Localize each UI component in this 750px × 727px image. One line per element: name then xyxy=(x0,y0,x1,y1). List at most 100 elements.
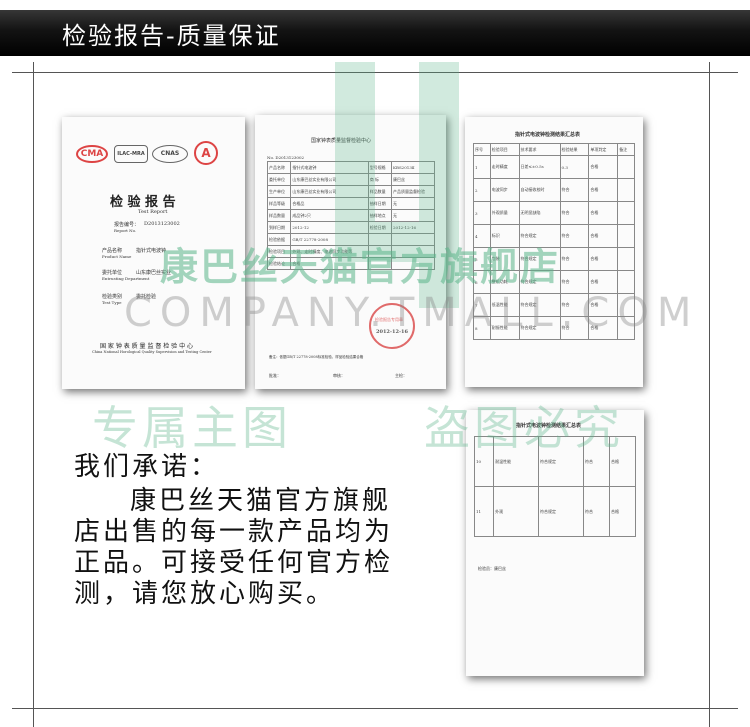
dept-label-en: Entrusting Department xyxy=(102,276,150,281)
table-cell: 整机功耗 xyxy=(489,270,520,294)
table-cell: 符合规定 xyxy=(518,247,561,271)
dept-value: 山东康巴丝实业 xyxy=(136,270,172,276)
stamp-text: 检验报告专用章 xyxy=(375,317,403,322)
table-cell: 检验依据 xyxy=(266,233,292,246)
table-cell: 样品数量 xyxy=(367,185,393,198)
table-header-cell: 单项判定 xyxy=(588,143,619,156)
table-cell: 抽样日期 xyxy=(367,197,393,210)
page-title: 检验报告-质量保证 xyxy=(62,22,281,50)
table-row: 检验结论 合格 xyxy=(266,257,435,270)
frame-bottom-line xyxy=(12,708,738,709)
table-cell: 外观、走时精度、电波同步功能等 xyxy=(290,245,369,258)
table-row: 10 耐温性能 符合规定 符合 合格 xyxy=(473,436,637,487)
cover-title: 检 验 报 告 xyxy=(110,195,176,210)
table-row: 2 电波同步 自动接收校时 符合 合格 xyxy=(473,178,635,202)
table-cell: 外观 xyxy=(493,486,540,537)
table-cell: 符合 xyxy=(559,270,590,294)
report-detail: 国家钟表质量监督检验中心 No. D2013123002 产品名称 指针式电波钟型… xyxy=(255,115,446,389)
table-cell: 符合 xyxy=(559,316,590,340)
table-header-cell: 检验项目 xyxy=(489,143,520,156)
table-cell: 2012-12-16 xyxy=(391,221,435,234)
table-cell: 无 xyxy=(391,197,435,210)
table-cell: 电波同步 xyxy=(489,178,520,202)
cma-mark: CMA xyxy=(76,145,108,163)
cover-org: 国 家 钟 表 质 量 监 督 检 验 中 心 xyxy=(100,343,193,350)
table-cell: 山东康巴丝实业有限公司 xyxy=(290,173,369,186)
header-banner: 检验报告-质量保证 xyxy=(0,0,750,62)
table-cell: 走时精度 xyxy=(489,155,520,179)
table-cell: 合格品 xyxy=(290,197,369,210)
product-label: 产品名称 xyxy=(102,248,123,254)
table-cell: 检验日期 xyxy=(367,221,393,234)
cover-title-en: Test Report xyxy=(138,209,168,215)
table-cell: 样品数量 xyxy=(266,209,292,222)
table-cell: 符合规定 xyxy=(518,293,561,317)
cnas-mark: CNAS xyxy=(152,145,188,163)
product-value: 指针式电波钟 xyxy=(136,248,167,254)
table-cell: 0.3 xyxy=(559,155,590,179)
inspection-stamp: 检验报告专用章 2012-12-16 xyxy=(369,303,415,349)
table-cell: 包装 xyxy=(489,247,520,271)
table-cell: 合格 xyxy=(588,316,619,340)
table-cell: 10 xyxy=(473,436,495,487)
table-cell: 合格 xyxy=(588,224,619,248)
report-no: D2013123002 xyxy=(144,221,180,227)
table-cell: 到样日期 xyxy=(266,221,292,234)
table-cell: 自动接收校时 xyxy=(518,178,561,202)
table-cell: 合格 xyxy=(588,178,619,202)
table-row: 样品数量 成品钟2只 抽样地点无 xyxy=(266,209,435,222)
table-header-cell: 备注 xyxy=(617,143,635,156)
frame-top-line xyxy=(12,72,738,73)
table-cell: 符合 xyxy=(559,178,590,202)
table-cell: 型号规格 xyxy=(367,161,393,174)
table-cell: 符合规定 xyxy=(518,224,561,248)
sign-approve: 批准： xyxy=(269,373,281,378)
table-cell xyxy=(617,201,635,225)
ilac-mark: ILAC-MRA xyxy=(114,145,148,163)
table-cell xyxy=(367,245,393,258)
table-cell: 山东康巴丝实业有限公司 xyxy=(290,185,369,198)
table-cell: 产品质量监督检验 xyxy=(391,185,435,198)
table-cell xyxy=(391,245,435,258)
sign-review: 审核： xyxy=(333,373,345,378)
table-cell: 2012-12 xyxy=(290,221,369,234)
table-cell: 合格 xyxy=(608,436,637,487)
table-cell: 检验项目 xyxy=(266,245,292,258)
summary2-footer: 检验员：康巴丝 xyxy=(478,566,506,571)
table-cell: 7 xyxy=(473,293,491,317)
table-row: 3 外观质量 无明显缺陷 符合 合格 xyxy=(473,201,635,225)
table-cell: KBS2013Ⅱ xyxy=(391,161,435,174)
table-cell: 3 xyxy=(473,201,491,225)
table-cell: 检验结论 xyxy=(266,257,292,270)
table-cell: 合格 xyxy=(290,257,369,270)
table-cell: 商 标 xyxy=(367,173,393,186)
table-cell: 成品钟2只 xyxy=(290,209,369,222)
cover-org-en: China National Horological Quality Super… xyxy=(92,350,212,354)
table-cell: 耐温性能 xyxy=(493,436,540,487)
table-row: 6 整机功耗 符合规定 符合 合格 xyxy=(473,270,635,294)
table-cell: 无明显缺陷 xyxy=(518,201,561,225)
table-cell: 符合规定 xyxy=(518,316,561,340)
table-cell: 4 xyxy=(473,224,491,248)
table-cell: 样品等级 xyxy=(266,197,292,210)
table-cell: 符合规定 xyxy=(538,436,584,487)
detail-org: 国家钟表质量监督检验中心 xyxy=(311,138,372,144)
summary2-title: 指针式电波钟检测结果汇总表 xyxy=(516,423,582,429)
table-cell: 2 xyxy=(473,178,491,202)
table-cell: 低温性能 xyxy=(489,293,520,317)
table-cell: 生产单位 xyxy=(266,185,292,198)
table-cell: 外观质量 xyxy=(489,201,520,225)
table-cell: 康巴丝 xyxy=(391,173,435,186)
type-label-en: Test Type xyxy=(102,300,122,305)
table-header-cell: 序号 xyxy=(473,143,491,156)
table-cell: 符合 xyxy=(582,486,610,537)
table-header-cell: 技术要求 xyxy=(518,143,561,156)
table-cell xyxy=(617,178,635,202)
table-row: 7 低温性能 符合规定 符合 合格 xyxy=(473,293,635,317)
report-no-en: Report No. xyxy=(114,228,137,233)
table-row: 产品名称 指针式电波钟 型号规格 KBS2013Ⅱ xyxy=(266,161,435,174)
table-cell: 符合规定 xyxy=(538,486,584,537)
type-label: 检验类别 xyxy=(102,294,123,300)
detail-report-no: No. D2013123002 xyxy=(267,155,305,160)
banner-top-strip xyxy=(0,0,750,10)
